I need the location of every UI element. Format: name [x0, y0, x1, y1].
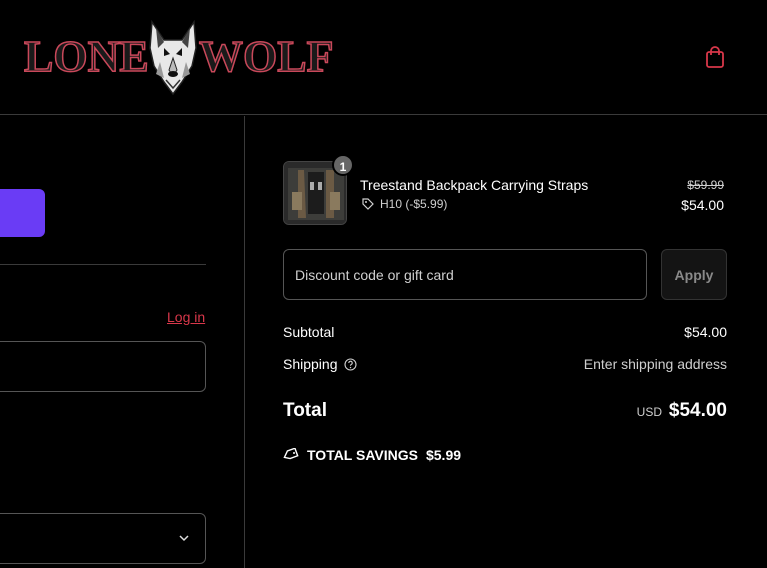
section-divider [0, 264, 206, 265]
logo-text-right: WOLF [198, 32, 334, 81]
applied-discount: H10 (-$5.99) [362, 197, 447, 211]
subtotal-label: Subtotal [283, 324, 335, 340]
tag-icon [362, 198, 374, 210]
shipping-row: Shipping [283, 356, 357, 372]
email-field[interactable] [0, 341, 206, 392]
savings-label: TOTAL SAVINGS [307, 447, 418, 463]
discount-code-input[interactable] [283, 249, 647, 300]
chevron-down-icon [179, 535, 189, 542]
shopping-bag-icon[interactable] [704, 45, 726, 69]
savings-value: $5.99 [425, 447, 462, 463]
item-price: $54.00 [681, 197, 724, 213]
help-icon[interactable] [343, 358, 357, 371]
total-label: Total [283, 400, 327, 421]
total-value: $54.00 [668, 400, 727, 421]
discount-code-label: H10 (-$5.99) [380, 197, 448, 211]
quantity-badge: 1 [332, 154, 354, 176]
shipping-value: Enter shipping address [583, 356, 727, 372]
store-logo[interactable]: LONE WOLF [23, 18, 334, 96]
subtotal-value: $54.00 [684, 324, 727, 340]
product-thumbnail: 1 [283, 154, 354, 225]
shipping-label: Shipping [283, 356, 338, 372]
column-divider [244, 116, 245, 568]
country-select[interactable] [0, 513, 206, 564]
login-link[interactable]: Log in [167, 309, 205, 325]
original-price: $59.99 [687, 178, 724, 192]
express-checkout-button[interactable] [0, 189, 45, 237]
tag-icon [283, 448, 299, 460]
total-savings: TOTAL SAVINGS $5.99 [283, 447, 461, 463]
total-currency: USD [636, 405, 662, 419]
apply-discount-button[interactable]: Apply [661, 249, 727, 300]
header: LONE WOLF [0, 0, 767, 115]
logo-text-left: LONE [23, 32, 149, 81]
product-name: Treestand Backpack Carrying Straps [360, 177, 589, 193]
wolf-head-icon [149, 19, 197, 96]
